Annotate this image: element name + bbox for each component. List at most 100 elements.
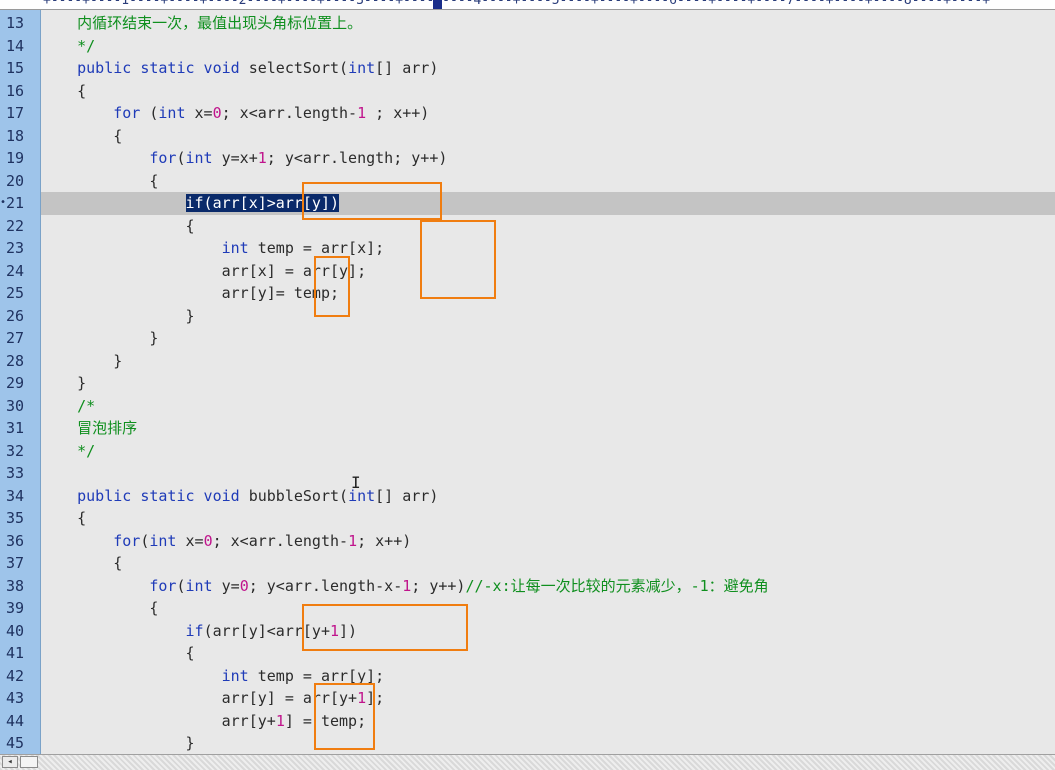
code-line[interactable]: } [41,372,1055,395]
line-number: 20 [6,171,25,190]
code-line[interactable]: 冒泡排序 [41,417,1055,440]
selected-text: if(arr[x]>arr[y]) [185,194,340,212]
code-token: ; x++) [357,531,412,550]
code-line[interactable]: if(arr[y]<arr[y+1]) [41,620,1055,643]
code-line[interactable]: for(int y=x+1; y<arr.length; y++) [41,147,1055,170]
code-line[interactable]: { [41,642,1055,665]
scrollbar-thumb[interactable] [20,756,38,768]
code-line[interactable]: public static void bubbleSort(int[] arr) [41,485,1055,508]
code-token: ] = temp; [284,711,367,730]
code-line[interactable]: arr[x] = arr[y]; [41,260,1055,283]
line-number: 18 [6,126,25,145]
line-number: 25 [6,284,25,302]
line-number: 43 [6,689,25,707]
line-number: 27 [6,329,25,347]
code-token: { [41,126,123,145]
code-line[interactable]: for(int y=0; y<arr.length-x-1; y++)//-x:… [41,575,1055,598]
code-token: arr[y] = arr[y+ [41,689,358,707]
code-token: int [149,531,177,550]
code-token: for [113,531,141,550]
code-line[interactable]: } [41,305,1055,328]
code-line[interactable]: int temp = arr[x]; [41,237,1055,260]
code-token: int [221,239,249,257]
code-line[interactable]: { [41,552,1055,575]
code-line[interactable]: for(int x=0; x<arr.length-1; x++) [41,530,1055,553]
code-token: ]; [366,689,385,707]
code-token: ; x<arr.length- [221,104,358,122]
code-line[interactable]: public static void selectSort(int[] arr) [41,57,1055,80]
code-line[interactable]: } [41,350,1055,373]
code-token: } [41,374,87,392]
code-token: { [41,81,87,100]
line-number: 45 [6,734,25,752]
ruler-caret-marker [433,0,442,9]
code-line[interactable]: { [41,170,1055,193]
code-line[interactable]: } [41,327,1055,350]
line-number: 32 [6,441,25,460]
line-number: 34 [6,486,25,505]
code-line[interactable]: for (int x=0; x<arr.length-1 ; x++) [41,102,1055,125]
code-editor[interactable]: 内循环结束一次，最值出现头角标位置上。 */ public static voi… [41,10,1055,754]
code-line[interactable]: arr[y+1] = temp; [41,710,1055,733]
code-line[interactable] [41,462,1055,485]
code-token: if [185,621,204,640]
code-token: x= [176,531,204,550]
horizontal-scrollbar[interactable]: ◂ [0,754,1055,770]
code-line[interactable]: } [41,732,1055,754]
code-line[interactable]: arr[y]= temp; [41,282,1055,305]
code-line[interactable]: { [41,215,1055,238]
code-token: for [149,576,177,595]
code-token: int [348,59,376,77]
line-number: 36 [6,531,25,550]
line-number: 17 [6,104,25,122]
code-token: 1 [357,689,367,707]
code-token: int [185,576,213,595]
code-token: 0 [203,531,213,550]
code-token: { [41,171,159,190]
line-number: 16 [6,81,25,100]
code-token: int [158,104,186,122]
code-token: ]) [339,621,358,640]
code-line[interactable]: { [41,597,1055,620]
code-line[interactable]: */ [41,35,1055,58]
line-number: 38 [6,576,25,595]
line-number: 33 [6,464,25,482]
code-token: } [41,306,195,325]
code-token: 内循环结束一次，最值出现头角标位置上。 [77,14,363,32]
code-line[interactable]: { [41,125,1055,148]
code-line[interactable]: int temp = arr[y]; [41,665,1055,688]
line-number: 42 [6,666,25,685]
code-token: [] arr) [375,59,439,77]
code-token: y= [212,576,240,595]
code-token: } [41,734,195,752]
scroll-left-arrow-icon[interactable]: ◂ [2,756,18,768]
code-line[interactable]: arr[y] = arr[y+1]; [41,687,1055,710]
line-number: 23 [6,239,25,257]
code-line[interactable]: /* [41,395,1055,418]
line-number: 40 [6,621,25,640]
code-line[interactable]: { [41,507,1055,530]
code-token: //-x:让每一次比较的元素减少，-1：避免角 [465,576,769,595]
code-token: ( [176,576,186,595]
code-token: ; x<arr.length- [212,531,349,550]
code-token: y=x+ [212,149,258,167]
line-number: 37 [6,554,25,572]
line-number: 22 [6,216,25,235]
code-line[interactable]: */ [41,440,1055,463]
line-number-gutter: 13 14 15 16 17 18 19 20 2122 23 24 25 26 27 28 29 30 31 32… [0,10,41,754]
code-line[interactable]: { [41,80,1055,103]
line-number: 31 [6,419,25,437]
code-line[interactable]: if(arr[x]>arr[y]) [41,192,1055,215]
code-line[interactable]: 内循环结束一次，最值出现头角标位置上。 [41,12,1055,35]
code-token: ( [176,149,186,167]
code-token: { [41,509,87,527]
